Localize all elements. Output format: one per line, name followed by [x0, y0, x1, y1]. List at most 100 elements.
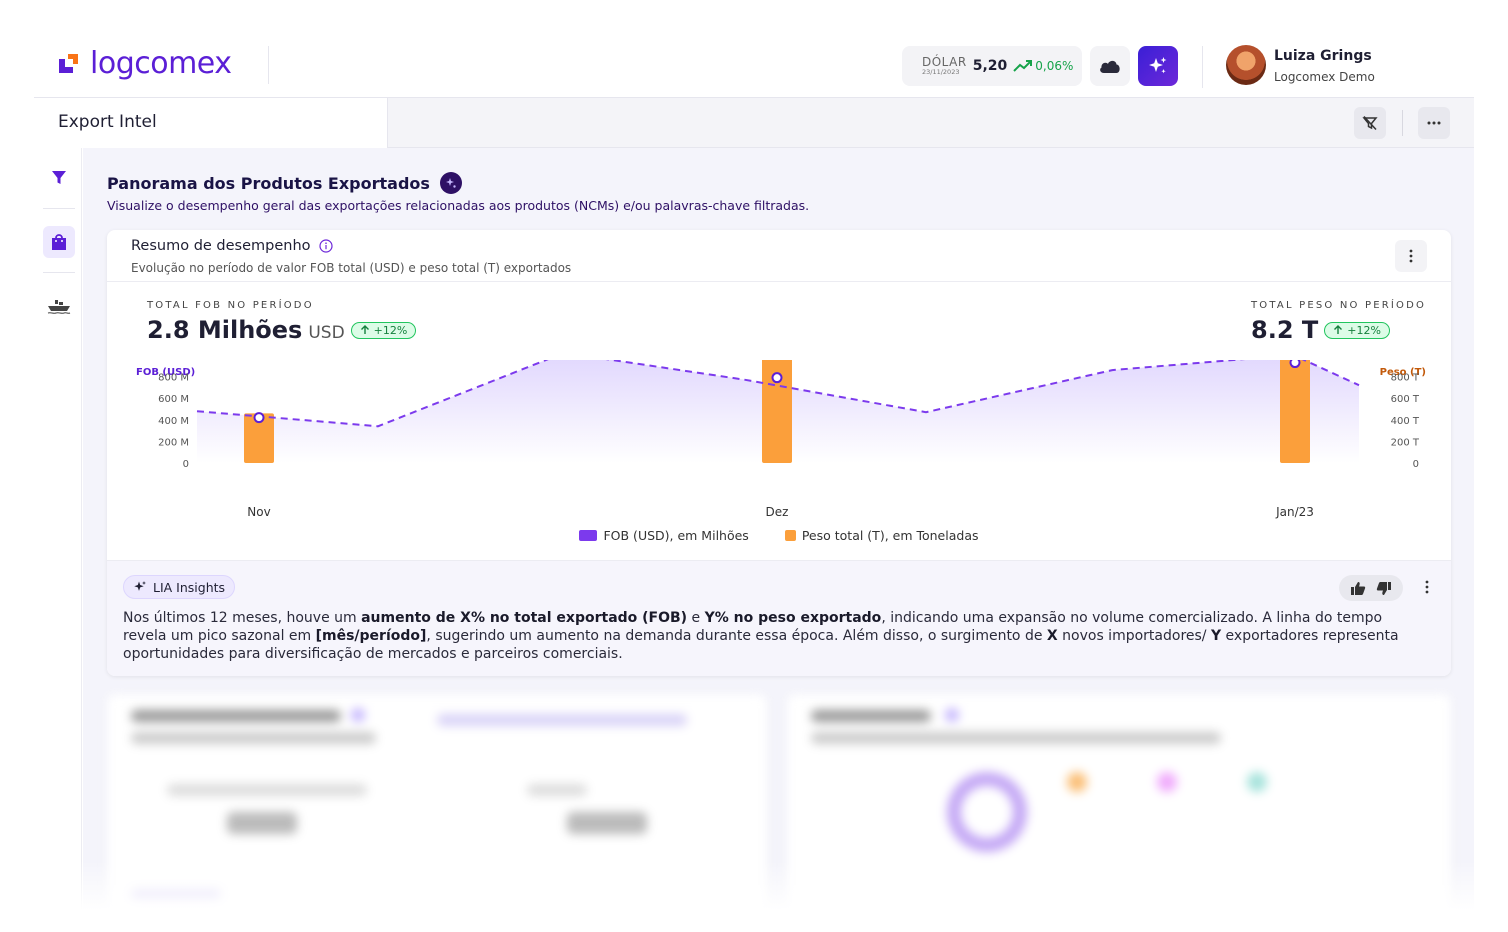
blurred-title	[131, 710, 341, 722]
legend-item-weight[interactable]: Peso total (T), em Toneladas	[784, 528, 979, 543]
clear-filters-button[interactable]	[1354, 107, 1386, 139]
cloud-button[interactable]	[1090, 46, 1130, 86]
insights-text-part: novos importadores/	[1057, 628, 1211, 644]
blurred-icon	[945, 708, 959, 722]
insights-text: Nos últimos 12 meses, houve um aumento d…	[123, 609, 1413, 663]
left-tick-label: 200 M	[158, 437, 189, 448]
logo-mark-icon	[59, 53, 78, 73]
kpi-fob-badge-text: +12%	[373, 323, 408, 337]
insights-menu-button[interactable]	[1419, 575, 1435, 599]
left-tick-label: 0	[183, 459, 189, 470]
kpi-weight-badge: +12%	[1324, 321, 1390, 339]
chart-legend: FOB (USD), em Milhões Peso total (T), em…	[107, 528, 1451, 543]
sparkles-icon	[134, 581, 146, 591]
rail-item-products[interactable]	[43, 226, 75, 258]
sparkles-icon	[1149, 57, 1167, 74]
blurred-value	[567, 812, 647, 834]
page-subtitle: Visualize o desempenho geral das exporta…	[107, 198, 810, 213]
kpi-weight-badge-text: +12%	[1347, 323, 1381, 337]
divider	[43, 208, 75, 209]
dollar-rate-widget[interactable]: DÓLAR 23/11/2023 5,20 0,06%	[902, 46, 1082, 86]
arrow-up-icon	[1334, 325, 1343, 334]
blurred-subtitle	[131, 732, 376, 744]
app-window: logcomex DÓLAR 23/11/2023 5,20 0,06% Lui…	[34, 30, 1474, 910]
blurred-dot	[1157, 772, 1177, 792]
ai-sparkle-icon[interactable]	[439, 172, 462, 194]
card-subtitle: Evolução no período de valor FOB total (…	[131, 261, 572, 275]
ai-assistant-button[interactable]	[1138, 46, 1178, 86]
divider	[1202, 46, 1203, 88]
performance-summary-card: Resumo de desempenho Evolução no período…	[107, 230, 1451, 676]
blurred-card-right	[787, 694, 1451, 910]
legend-label-weight: Peso total (T), em Toneladas	[801, 528, 979, 543]
blurred-link	[131, 890, 221, 902]
lia-insights-panel: LIA Insights Nos últimos 12 meses, houve…	[107, 560, 1451, 676]
kpi-fob-number: 2.8 Milhões	[147, 316, 303, 344]
cloud-icon	[1100, 60, 1120, 73]
card-menu-button[interactable]	[1395, 240, 1427, 272]
right-tick-label: 200 T	[1391, 437, 1420, 448]
lia-insights-label: LIA Insights	[153, 579, 226, 595]
dollar-variation-value: 0,06%	[1035, 59, 1074, 73]
arrow-up-icon	[360, 325, 369, 334]
insights-highlight: Y	[1210, 628, 1222, 644]
side-rail	[34, 148, 82, 910]
fob-marker	[771, 372, 783, 384]
rail-item-filters[interactable]	[43, 162, 75, 194]
legend-item-fob[interactable]: FOB (USD), em Milhões	[579, 528, 749, 543]
filter-icon	[52, 171, 66, 184]
blurred-selector	[437, 714, 687, 726]
top-bar: logcomex DÓLAR 23/11/2023 5,20 0,06% Lui…	[34, 30, 1474, 98]
insights-text-part: , sugerindo um aumento na demanda durant…	[426, 628, 1047, 644]
module-title: Export Intel	[58, 112, 157, 132]
dollar-label: DÓLAR	[922, 55, 967, 70]
divider	[1402, 110, 1403, 136]
fob-marker	[1289, 360, 1301, 369]
blurred-dot	[1247, 772, 1267, 792]
x-tick-label: Jan/23	[1275, 505, 1314, 519]
performance-chart: FOB (USD) Peso (T)800 M 800 T600 M 600 T400…	[136, 360, 1426, 519]
feedback-buttons	[1339, 575, 1403, 601]
trend-up-icon	[1013, 60, 1033, 72]
left-tick-label: 800 M	[158, 373, 189, 384]
legend-swatch-weight	[784, 530, 796, 541]
page-title: Panorama dos Produtos Exportados	[107, 172, 462, 194]
thumbs-up-icon[interactable]	[1350, 581, 1366, 596]
dollar-value: 5,20	[972, 58, 1008, 74]
user-org: Logcomex Demo	[1274, 70, 1375, 84]
info-icon[interactable]	[318, 239, 333, 253]
insights-highlight: [mês/período]	[315, 628, 427, 644]
blurred-value	[227, 812, 297, 834]
filter-off-icon	[1362, 115, 1378, 131]
avatar[interactable]	[1226, 45, 1266, 85]
right-tick-label: 400 T	[1391, 416, 1420, 427]
sub-header: Export Intel	[34, 98, 1474, 148]
legend-swatch-fob	[579, 530, 598, 541]
kpi-fob-value: 2.8 Milhões USD +12%	[147, 316, 417, 344]
right-tick-label: 600 T	[1391, 394, 1420, 405]
blurred-label	[167, 784, 367, 796]
more-vertical-icon	[1409, 249, 1413, 263]
more-vertical-icon	[1425, 580, 1429, 594]
left-tick-label: 400 M	[158, 416, 189, 427]
card-title: Resumo de desempenho	[131, 238, 333, 254]
page-title-text: Panorama dos Produtos Exportados	[107, 173, 430, 193]
more-options-button[interactable]	[1418, 107, 1450, 139]
shopping-bag-icon	[52, 234, 66, 250]
lia-insights-chip[interactable]: LIA Insights	[123, 575, 236, 599]
user-name: Luiza Grings	[1274, 48, 1372, 64]
x-tick-label: Dez	[766, 505, 789, 519]
kpi-fob-badge: +12%	[350, 321, 417, 339]
kpi-weight-label: TOTAL PESO NO PERÍODO	[1251, 300, 1427, 311]
blurred-donut	[947, 772, 1027, 852]
blurred-title	[811, 710, 931, 722]
blurred-label	[527, 784, 587, 796]
logo[interactable]: logcomex	[56, 46, 232, 81]
divider	[268, 46, 269, 84]
rail-item-shipping[interactable]	[43, 290, 75, 322]
kpi-weight-number: 8.2 T	[1251, 316, 1319, 344]
thumbs-down-icon[interactable]	[1376, 581, 1392, 596]
logo-text: logcomex	[90, 46, 232, 81]
dollar-variation: 0,06%	[1013, 59, 1073, 73]
right-tick-label: 0	[1413, 459, 1419, 470]
